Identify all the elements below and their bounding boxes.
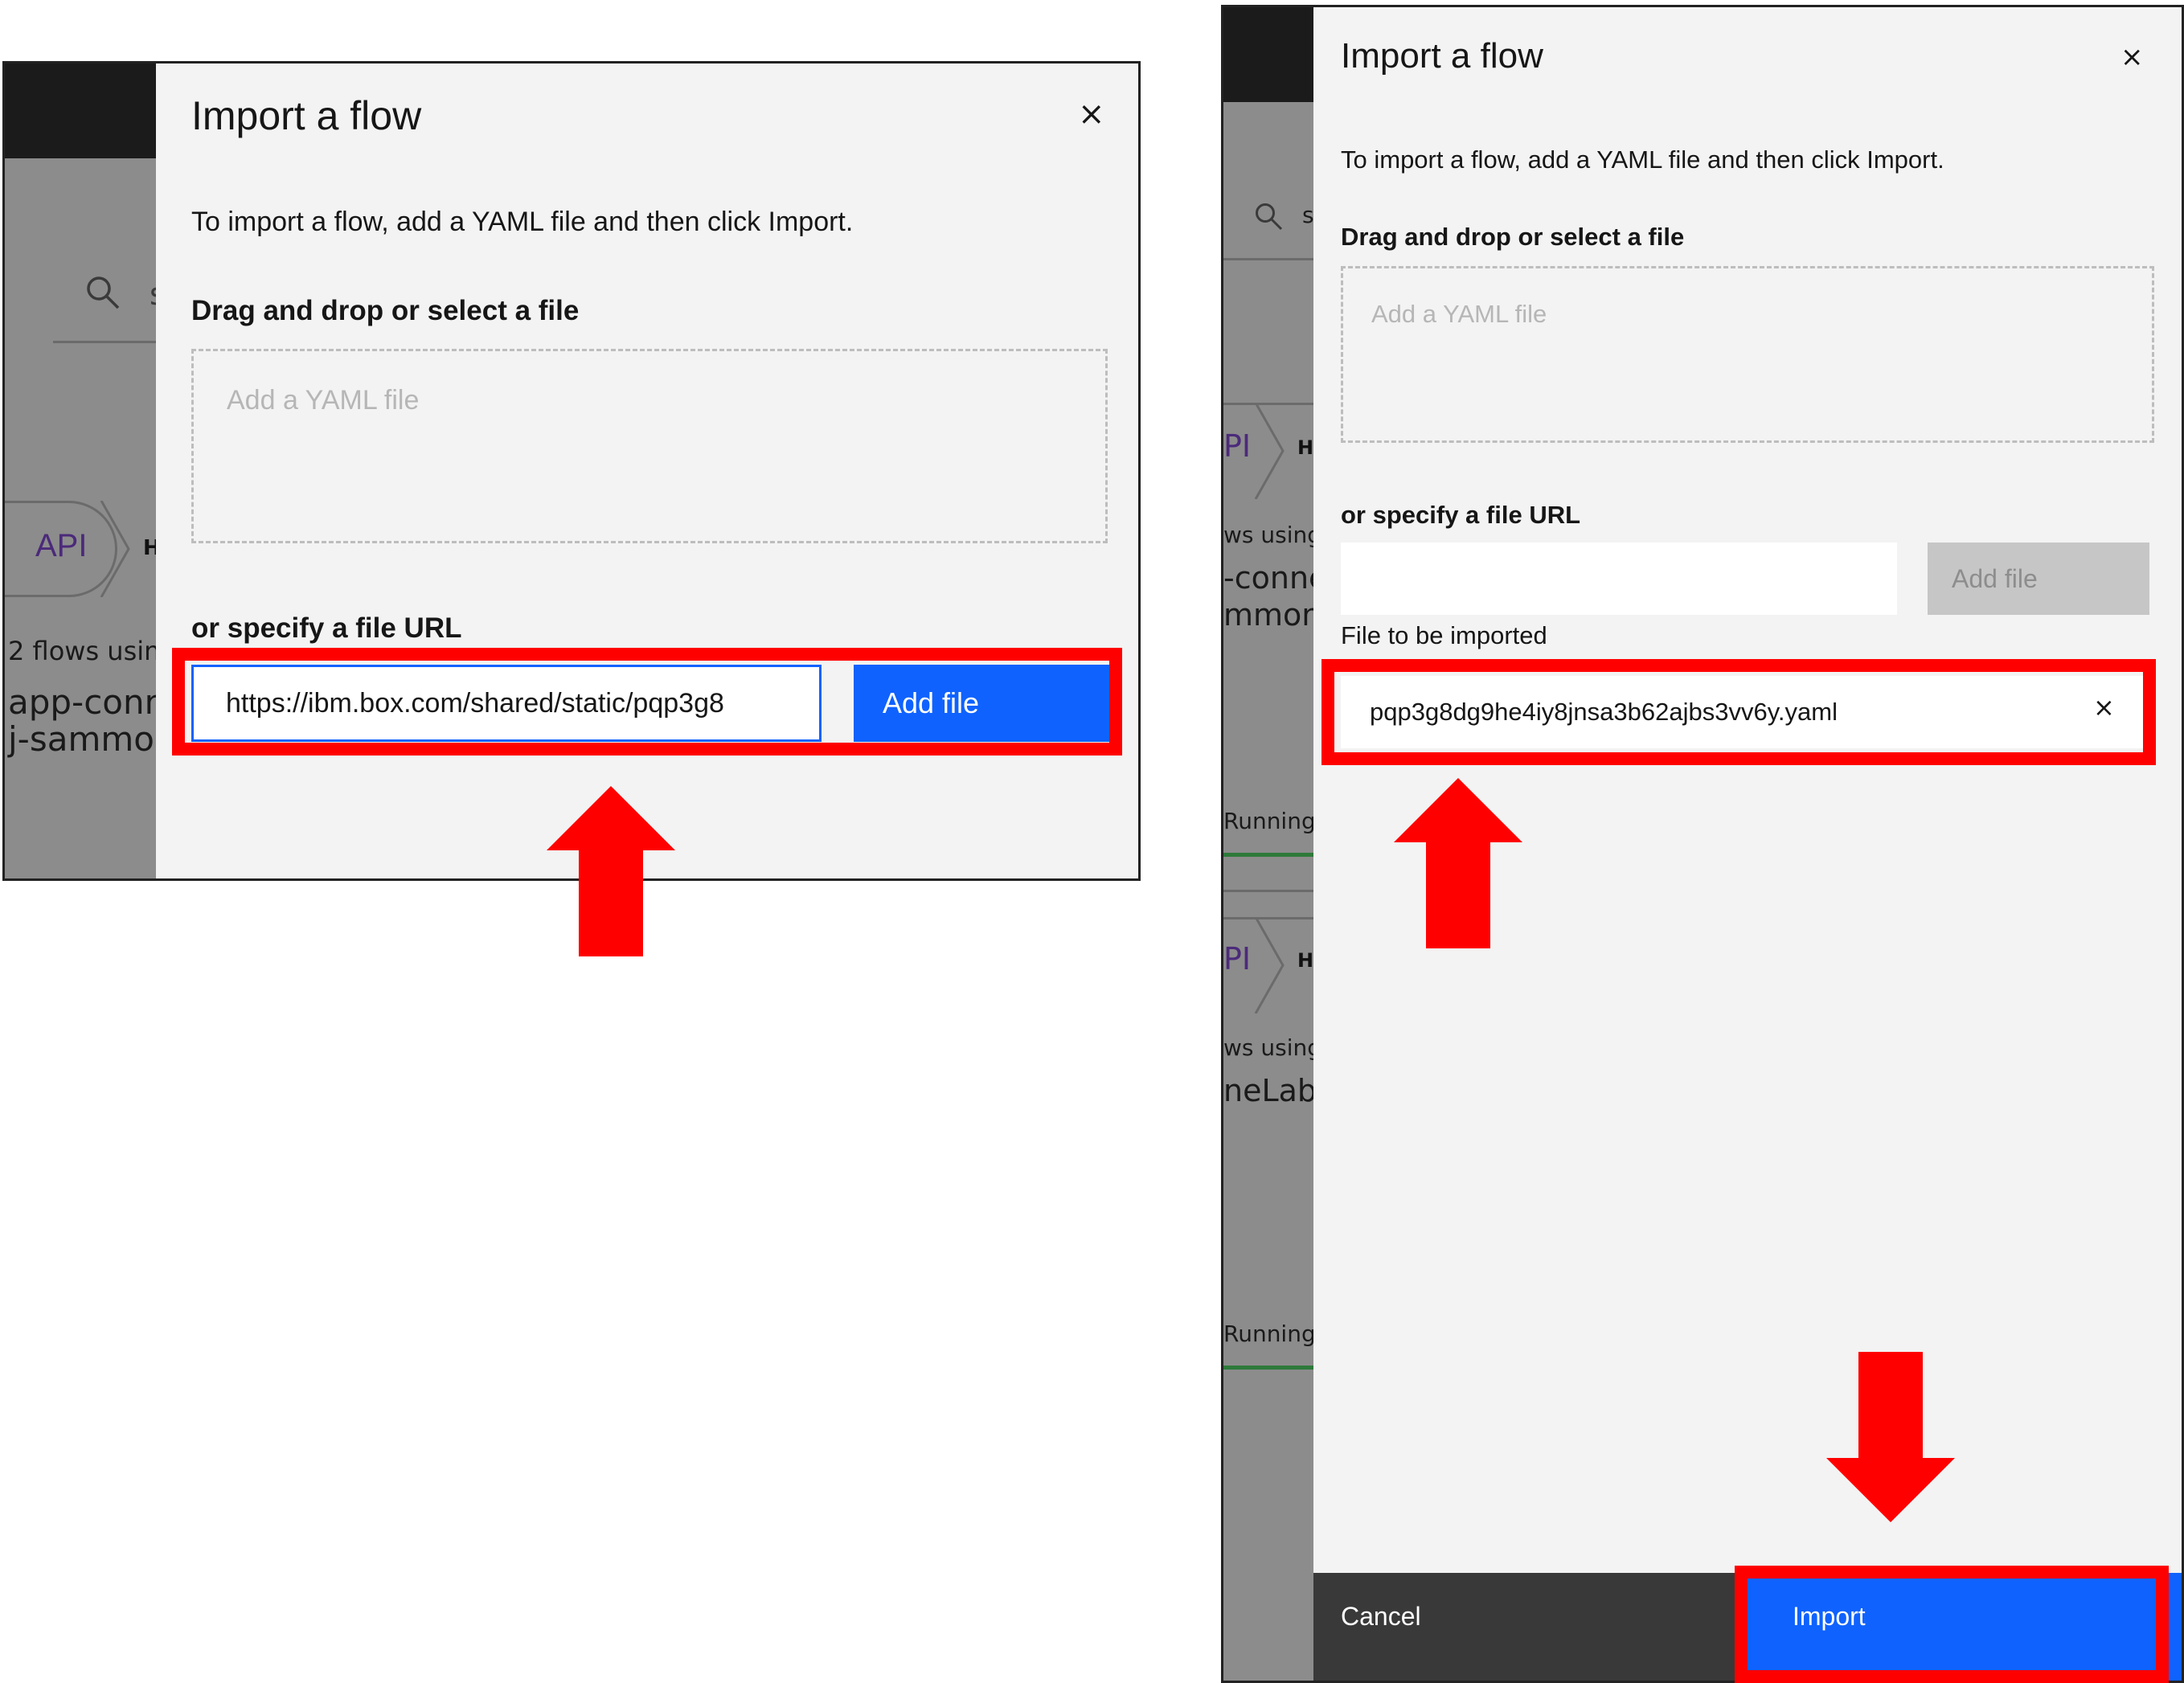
drag-drop-label: Drag and drop or select a file bbox=[191, 295, 580, 326]
search-icon bbox=[85, 275, 121, 310]
file-to-import-label: File to be imported bbox=[1341, 621, 1547, 649]
file-dropzone[interactable] bbox=[1341, 266, 2154, 443]
card-divider bbox=[1223, 890, 1313, 892]
chevron-right-icon bbox=[1254, 917, 1286, 1013]
right-screenshot: s PI H ws using -conne mmon Running PI H… bbox=[1221, 5, 2184, 1683]
highlight-box-url-input bbox=[172, 648, 1122, 756]
flow-name-line1: -conne bbox=[1223, 560, 1328, 596]
highlight-box-import bbox=[1735, 1566, 2169, 1683]
chevron-right-icon bbox=[1254, 403, 1286, 499]
arrow-up-icon bbox=[1394, 778, 1522, 948]
status-bar bbox=[1223, 1366, 1313, 1370]
dropzone-placeholder: Add a YAML file bbox=[227, 385, 420, 416]
file-url-label: or specify a file URL bbox=[191, 612, 462, 644]
arrow-up-icon bbox=[547, 786, 675, 956]
arrow-down-icon bbox=[1826, 1352, 1955, 1522]
api-pill-label: PI bbox=[1223, 428, 1252, 464]
flows-count-text: ws using bbox=[1223, 1034, 1322, 1061]
close-icon[interactable]: × bbox=[1078, 96, 1105, 133]
highlight-box-file bbox=[1321, 659, 2156, 765]
dropzone-placeholder: Add a YAML file bbox=[1371, 300, 1547, 328]
modal-description: To import a flow, add a YAML file and th… bbox=[1341, 145, 1944, 174]
pill-next-label: H bbox=[1297, 949, 1314, 972]
api-pill-label: API bbox=[35, 528, 88, 563]
api-pill-label: PI bbox=[1223, 941, 1252, 977]
add-file-button[interactable]: Add file bbox=[1928, 543, 2149, 615]
status-running: Running bbox=[1223, 1321, 1316, 1347]
search-underline bbox=[1223, 258, 1313, 260]
file-url-input[interactable] bbox=[1341, 543, 1897, 615]
file-dropzone[interactable] bbox=[191, 349, 1108, 543]
chevron-right-icon bbox=[100, 501, 132, 597]
status-bar bbox=[1223, 853, 1313, 857]
file-url-label: or specify a file URL bbox=[1341, 501, 1581, 529]
top-bar bbox=[5, 63, 156, 158]
close-icon[interactable]: × bbox=[2120, 41, 2144, 73]
pill-next-label: H bbox=[1297, 436, 1314, 459]
flows-count-text: ws using bbox=[1223, 522, 1322, 548]
modal-title: Import a flow bbox=[1341, 36, 1543, 76]
flows-count-text: 2 flows using bbox=[8, 636, 177, 666]
cancel-button[interactable]: Cancel bbox=[1313, 1573, 1748, 1681]
modal-title: Import a flow bbox=[191, 93, 422, 138]
left-screenshot: s API H 2 flows using app-conne j-sammon… bbox=[2, 61, 1141, 881]
top-bar bbox=[1223, 7, 1313, 102]
drag-drop-label: Drag and drop or select a file bbox=[1341, 223, 1685, 251]
status-running: Running bbox=[1223, 808, 1316, 834]
flow-name-line2: j-sammon bbox=[8, 719, 176, 759]
search-icon bbox=[1254, 202, 1283, 231]
search-placeholder: s bbox=[1302, 202, 1314, 228]
modal-description: To import a flow, add a YAML file and th… bbox=[191, 207, 854, 237]
flow-name-line2: mmon bbox=[1223, 597, 1321, 633]
